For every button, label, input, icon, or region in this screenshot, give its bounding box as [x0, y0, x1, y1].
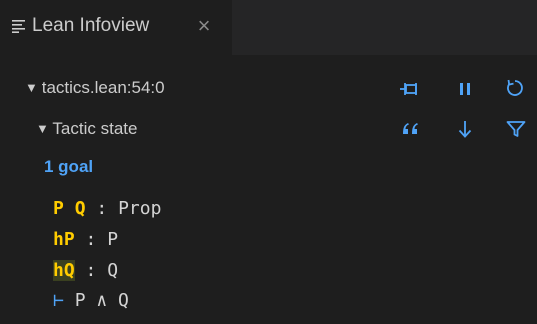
hypothesis-line: hP : P — [53, 228, 118, 252]
hypothesis-name[interactable]: hP — [53, 229, 75, 250]
tab-title: Lean Infoview — [32, 15, 150, 36]
hypothesis-name[interactable]: Q — [75, 198, 86, 219]
refresh-icon[interactable] — [502, 75, 528, 101]
close-icon[interactable]: × — [193, 13, 215, 39]
quote-icon[interactable] — [398, 116, 424, 142]
tactic-state-header[interactable]: ▼ Tactic state — [36, 118, 137, 140]
hypothesis-type[interactable]: Prop — [118, 198, 161, 219]
location-label: tactics.lean:54:0 — [41, 78, 165, 97]
pin-icon[interactable] — [397, 76, 423, 102]
hypothesis-line: hQ : Q — [53, 259, 118, 283]
arrow-down-icon[interactable] — [452, 116, 478, 142]
chevron-down-icon: ▼ — [25, 80, 38, 95]
hypothesis-type[interactable]: P — [107, 229, 118, 250]
hypothesis-colon: : — [85, 229, 97, 250]
goal-type[interactable]: P ∧ Q — [75, 290, 129, 311]
hypothesis-type[interactable]: Q — [107, 260, 118, 281]
tab-bar: Lean Infoview × — [0, 0, 537, 55]
turnstile-symbol: ⊢ — [53, 290, 64, 311]
hypothesis-name[interactable]: hQ — [53, 260, 75, 281]
tactic-state-label: Tactic state — [52, 119, 138, 138]
pause-icon[interactable] — [452, 76, 478, 102]
hypothesis-colon: : — [85, 260, 97, 281]
chevron-down-icon: ▼ — [36, 121, 49, 136]
list-lines-icon — [12, 19, 26, 33]
location-header[interactable]: ▼ tactics.lean:54:0 — [25, 77, 165, 99]
hypothesis-line: P Q : Prop — [53, 197, 161, 221]
filter-icon[interactable] — [503, 116, 529, 142]
goal-line: ⊢ P ∧ Q — [53, 289, 129, 313]
hypothesis-name[interactable]: P — [53, 198, 64, 219]
tab-lean-infoview[interactable]: Lean Infoview × — [0, 0, 232, 55]
hypothesis-colon: : — [96, 198, 108, 219]
goal-count: 1 goal — [44, 157, 94, 176]
